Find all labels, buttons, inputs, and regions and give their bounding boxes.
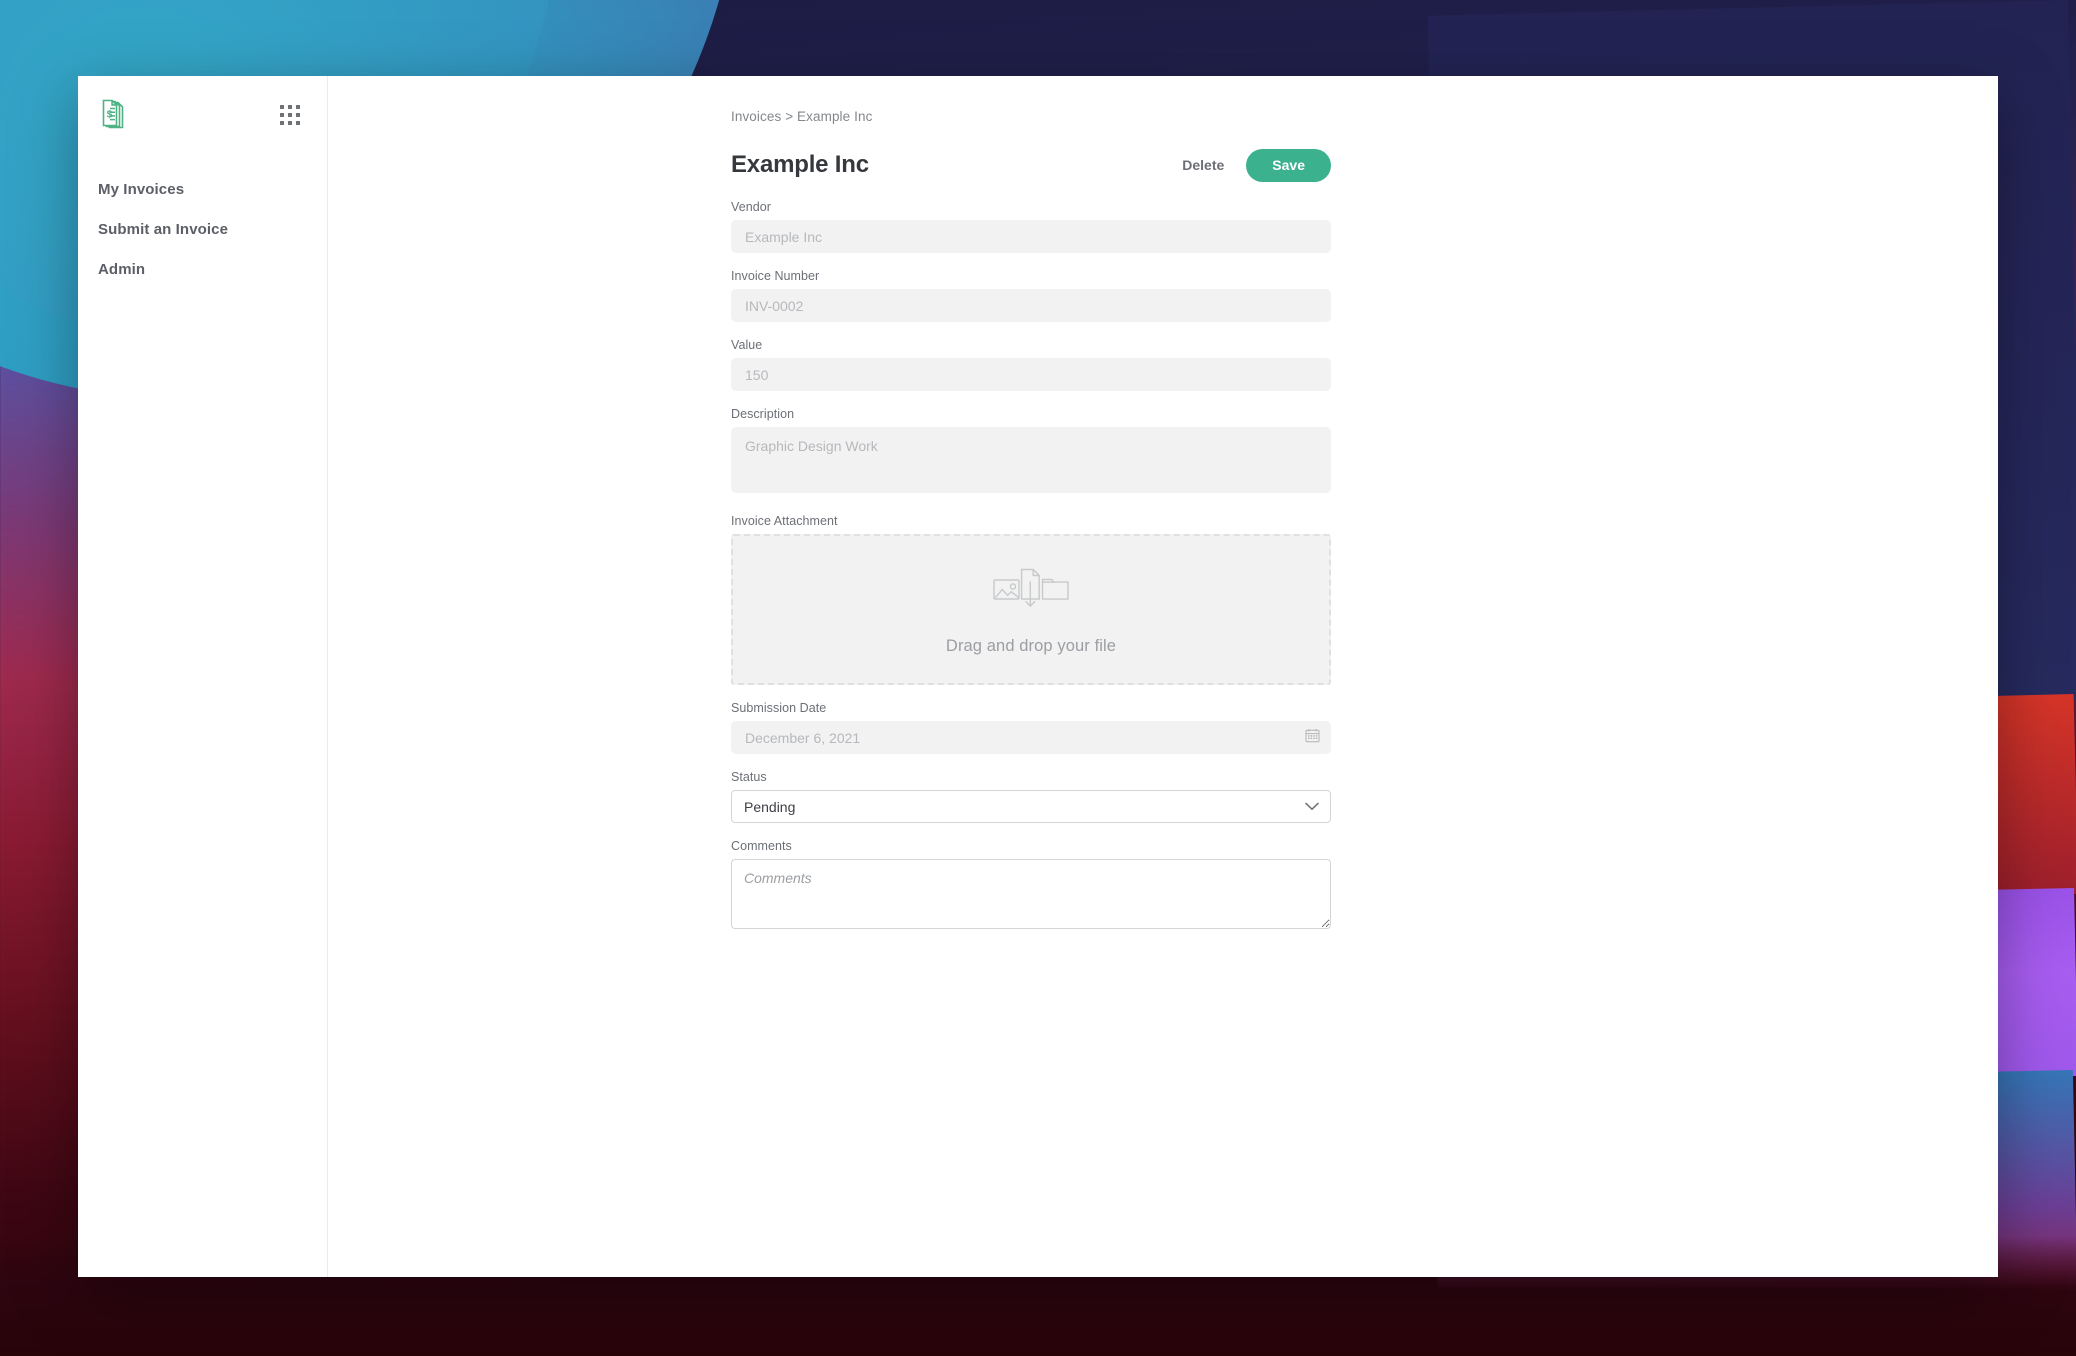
svg-text:$: $ [107,108,113,120]
status-select-wrap: PendingApprovedRejectedPaid [731,790,1331,823]
status-select[interactable]: PendingApprovedRejectedPaid [731,790,1331,823]
sidebar-item-my-invoices[interactable]: My Invoices [78,170,327,210]
page-title: Example Inc [731,151,869,178]
invoice-attachment-label: Invoice Attachment [731,514,838,528]
invoice-number-label: Invoice Number [731,269,820,283]
sidebar-item-admin[interactable]: Admin [78,250,327,290]
description-textarea[interactable] [731,427,1331,493]
invoice-document-icon[interactable]: $ [98,98,132,132]
value-label: Value [731,338,763,352]
vendor-label: Vendor [731,200,771,214]
dropzone-text: Drag and drop your file [945,637,1117,655]
field-submission-date: Submission Date [731,701,1331,754]
delete-button[interactable]: Delete [1178,151,1228,179]
submission-date-input[interactable] [731,721,1331,754]
file-download-icon [1020,568,1040,608]
file-dropzone[interactable]: Drag and drop your file [731,534,1331,685]
save-button[interactable]: Save [1246,148,1331,182]
description-label: Description [731,407,795,421]
field-invoice-number: Invoice Number [731,269,1331,322]
field-value: Value [731,338,1331,391]
field-vendor: Vendor [731,200,1331,253]
sidebar-header: $ [78,76,327,132]
field-status: Status PendingApprovedRejectedPaid [731,770,1331,823]
comments-label: Comments [731,839,792,853]
main-content: Invoices > Example Inc Example Inc Delet… [328,76,1998,1277]
submission-date-label: Submission Date [731,701,827,715]
breadcrumb-current: Example Inc [797,109,873,124]
value-input[interactable] [731,358,1331,391]
invoice-document-icon-svg: $ [102,99,124,129]
dropzone-icon-group [993,563,1069,620]
breadcrumb: Invoices > Example Inc [731,109,1331,124]
field-description: Description [731,407,1331,498]
calendar-icon-svg [1305,728,1320,742]
app-window: $ My Invoices Submit an Invoice Admin In… [78,76,1998,1277]
title-row: Example Inc Delete Save [731,146,1331,184]
title-actions: Delete Save [1178,148,1331,182]
breadcrumb-separator: > [785,109,794,124]
grid-apps-icon[interactable] [280,105,300,125]
sidebar: $ My Invoices Submit an Invoice Admin [78,76,328,1277]
field-comments: Comments [731,839,1331,934]
submission-date-wrap [731,721,1331,754]
breadcrumb-parent[interactable]: Invoices [731,109,781,124]
calendar-icon[interactable] [1305,728,1320,748]
invoice-form: Invoices > Example Inc Example Inc Delet… [731,76,1331,934]
comments-textarea[interactable] [731,859,1331,929]
sidebar-nav: My Invoices Submit an Invoice Admin [78,170,327,290]
vendor-input[interactable] [731,220,1331,253]
status-label: Status [731,770,767,784]
dropzone-icons-svg [993,568,1069,608]
invoice-number-input[interactable] [731,289,1331,322]
field-invoice-attachment: Invoice Attachment Drag and drop your fi… [731,514,1331,685]
image-icon [993,579,1020,600]
sidebar-item-submit-an-invoice[interactable]: Submit an Invoice [78,210,327,250]
folder-icon [1041,578,1069,600]
